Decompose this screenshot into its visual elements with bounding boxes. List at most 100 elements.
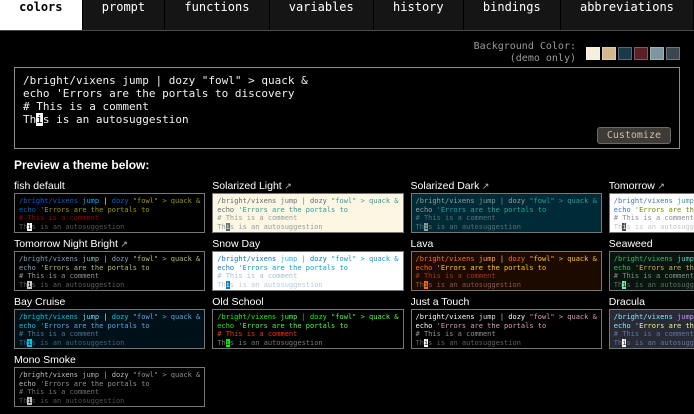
terminal-text: | xyxy=(99,313,112,321)
theme-preview-terminal[interactable]: /bright/vixens jump | dozy "fowl" > quac… xyxy=(14,309,205,349)
terminal-line: echo 'Errors are the portals to xyxy=(19,322,200,331)
terminal-text: jump xyxy=(281,197,298,205)
terminal-line: echo 'Errors are the portals to xyxy=(416,206,597,215)
theme-preview-terminal[interactable]: /bright/vixens jump | dozy "fowl" > quac… xyxy=(411,309,602,349)
theme-preview-terminal[interactable]: /bright/vixens jump | dozy "fowl" > quac… xyxy=(212,193,403,233)
external-link-icon[interactable]: ↗ xyxy=(282,181,292,191)
theme-card: Tomorrow Night Bright ↗/bright/vixens ju… xyxy=(14,237,205,291)
terminal-text: 'Errors are the portals to xyxy=(40,206,150,214)
theme-preview-terminal[interactable]: /bright/vixens jump | dozy "fowl" > quac… xyxy=(609,309,694,349)
bg-color-swatch-2[interactable] xyxy=(602,47,616,60)
terminal-line: /bright/vixens jump | dozy "fowl" > quac… xyxy=(614,255,694,264)
terminal-text: dozy xyxy=(112,313,129,321)
tab-colors[interactable]: colors xyxy=(0,0,83,30)
terminal-text: Th xyxy=(614,223,622,231)
terminal-text: echo 'Errors are the portals to discover… xyxy=(23,87,295,100)
tab-functions[interactable]: functions xyxy=(165,0,269,30)
terminal-text: /bright/vixens jump | dozy "fowl" > quac… xyxy=(23,74,308,87)
terminal-text: | xyxy=(99,255,112,263)
theme-preview-terminal[interactable]: /bright/vixens jump | dozy "fowl" > quac… xyxy=(609,251,694,291)
terminal-text: s is an autosuggestion xyxy=(428,281,521,289)
terminal-line: This is an autosuggestion xyxy=(19,339,200,348)
terminal-text: Th xyxy=(416,281,424,289)
preview-actions: Customize xyxy=(23,125,671,144)
theme-card: Bay Cruise/bright/vixens jump | dozy "fo… xyxy=(14,295,205,349)
theme-preview-terminal[interactable]: /bright/vixens jump | dozy "fowl" > quac… xyxy=(212,309,403,349)
background-color-label: Background Color: xyxy=(474,41,576,53)
theme-preview-terminal[interactable]: /bright/vixens jump | dozy "fowl" > quac… xyxy=(411,251,602,291)
terminal-text: "fowl" > quack & xyxy=(529,313,596,321)
bg-color-swatch-3[interactable] xyxy=(618,47,632,60)
terminal-line: /bright/vixens jump | dozy "fowl" > quac… xyxy=(217,313,398,322)
terminal-line: /bright/vixens jump | dozy "fowl" > quac… xyxy=(19,313,200,322)
terminal-line: # This is a comment xyxy=(217,330,398,339)
bg-color-swatch-4[interactable] xyxy=(634,47,648,60)
terminal-line: /bright/vixens jump | dozy "fowl" > quac… xyxy=(614,313,694,322)
tab-bindings[interactable]: bindings xyxy=(464,0,561,30)
terminal-text: dozy xyxy=(508,313,525,321)
external-link-icon[interactable]: ↗ xyxy=(479,181,489,191)
terminal-line: This is an autosuggestion xyxy=(614,339,694,348)
tab-prompt[interactable]: prompt xyxy=(83,0,166,30)
external-link-icon[interactable]: ↗ xyxy=(118,239,128,249)
terminal-text: /bright/vixens xyxy=(614,197,673,205)
theme-preview-terminal[interactable]: /bright/vixens jump | dozy "fowl" > quac… xyxy=(411,193,602,233)
terminal-line: /bright/vixens jump | dozy "fowl" > quac… xyxy=(416,255,597,264)
theme-preview-terminal[interactable]: /bright/vixens jump | dozy "fowl" > quac… xyxy=(14,367,205,407)
terminal-text: 'Errors are the portals to xyxy=(437,264,547,272)
external-link-icon[interactable]: ↗ xyxy=(655,181,665,191)
tab-variables[interactable]: variables xyxy=(270,0,374,30)
bg-color-swatch-6[interactable] xyxy=(666,47,680,60)
terminal-text: "fowl" > quack & xyxy=(529,197,596,205)
terminal-text: "fowl" > quack & xyxy=(331,197,398,205)
theme-preview-terminal[interactable]: /bright/vixens jump | dozy "fowl" > quac… xyxy=(14,193,205,233)
terminal-line: # This is a comment xyxy=(19,272,200,281)
tab-abbreviations[interactable]: abbreviations xyxy=(561,0,694,30)
theme-preview-terminal[interactable]: /bright/vixens jump | dozy "fowl" > quac… xyxy=(212,251,403,291)
terminal-text: jump xyxy=(479,313,496,321)
terminal-text: # This is a comment xyxy=(614,330,694,338)
theme-name: Solarized Light ↗ xyxy=(212,179,403,193)
customize-button[interactable]: Customize xyxy=(597,127,671,144)
terminal-text: /bright/vixens xyxy=(217,255,276,263)
terminal-line: /bright/vixens jump | dozy "fowl" > quac… xyxy=(217,197,398,206)
terminal-text: dozy xyxy=(112,255,129,263)
terminal-line: This is an autosuggestion xyxy=(217,223,398,232)
terminal-line: # This is a comment xyxy=(19,388,200,397)
tab-history[interactable]: history xyxy=(374,0,464,30)
theme-name: Bay Cruise xyxy=(14,295,205,309)
terminal-text: /bright/vixens xyxy=(614,255,673,263)
bg-color-swatch-1[interactable] xyxy=(586,47,600,60)
terminal-text: jump xyxy=(479,197,496,205)
bg-color-swatch-5[interactable] xyxy=(650,47,664,60)
terminal-text: jump xyxy=(281,313,298,321)
terminal-text: | xyxy=(496,255,509,263)
terminal-line: echo 'Errors are the portals to xyxy=(217,264,398,273)
terminal-line: /bright/vixens jump | dozy "fowl" > quac… xyxy=(19,371,200,380)
theme-card: Seaweed/bright/vixens jump | dozy "fowl"… xyxy=(609,237,694,291)
terminal-text: jump xyxy=(479,255,496,263)
theme-card: Just a Touch/bright/vixens jump | dozy "… xyxy=(411,295,602,349)
terminal-text: jump xyxy=(281,255,298,263)
theme-card: Solarized Dark ↗/bright/vixens jump | do… xyxy=(411,179,602,233)
terminal-text: /bright/vixens xyxy=(416,313,475,321)
terminal-text: # This is a comment xyxy=(614,214,694,222)
terminal-text: # This is a comment xyxy=(217,330,297,338)
cursor-block: i xyxy=(36,113,43,126)
terminal-text: echo xyxy=(614,206,631,214)
terminal-line: # This is a comment xyxy=(614,214,694,223)
theme-name: Tomorrow ↗ xyxy=(609,179,694,193)
terminal-text: echo xyxy=(19,206,36,214)
theme-preview-terminal[interactable]: /bright/vixens jump | dozy "fowl" > quac… xyxy=(609,193,694,233)
terminal-text: dozy xyxy=(310,197,327,205)
terminal-text: /bright/vixens xyxy=(19,255,78,263)
terminal-text: /bright/vixens xyxy=(614,313,673,321)
terminal-text: 'Errors are the portals to xyxy=(635,206,694,214)
terminal-text: "fowl" > quack & xyxy=(331,255,398,263)
terminal-text: /bright/vixens xyxy=(19,371,78,379)
terminal-text: /bright/vixens xyxy=(19,197,78,205)
theme-preview-terminal[interactable]: /bright/vixens jump | dozy "fowl" > quac… xyxy=(14,251,205,291)
terminal-text: s is an autosuggestion xyxy=(230,339,323,347)
terminal-text: "fowl" > quack & xyxy=(133,313,200,321)
terminal-line: # This is a comment xyxy=(416,330,597,339)
